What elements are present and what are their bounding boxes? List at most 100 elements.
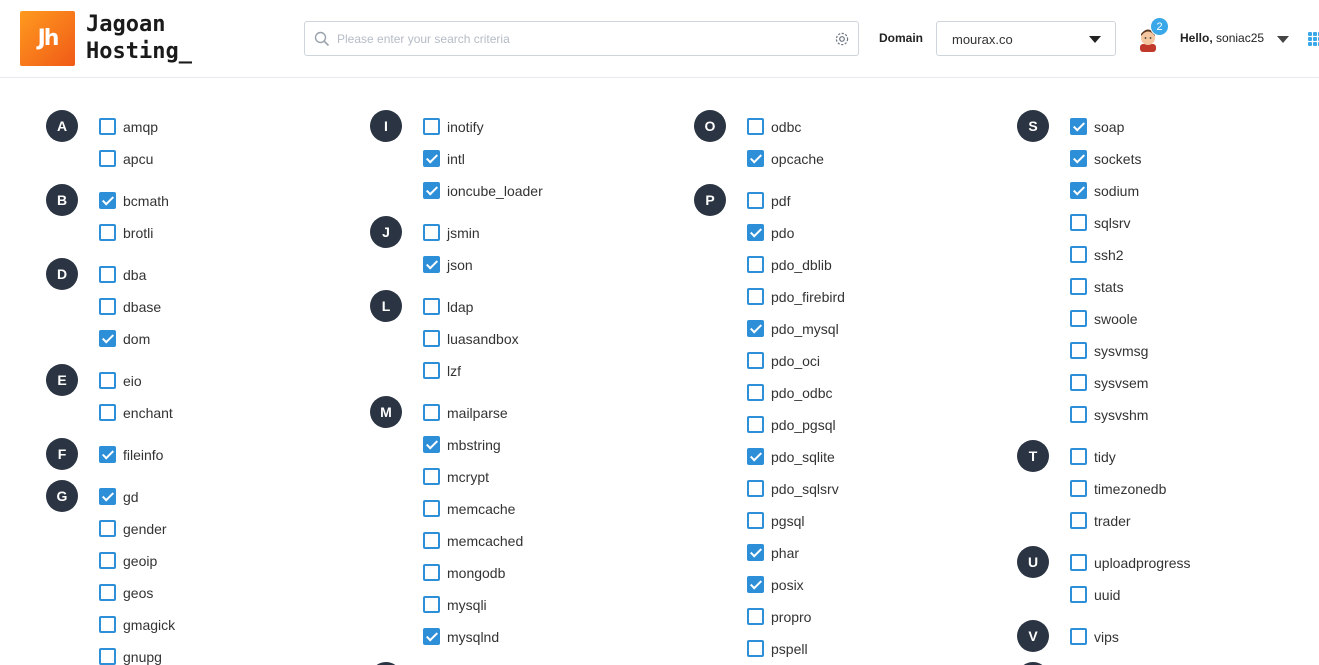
- extension-label: pdo_odbc: [771, 385, 833, 401]
- checkbox-unchecked[interactable]: [423, 404, 440, 421]
- domain-label: Domain: [879, 31, 924, 45]
- extension-label: vips: [1094, 629, 1119, 645]
- checkbox-unchecked[interactable]: [1070, 406, 1087, 423]
- checkbox-checked[interactable]: [1070, 182, 1087, 199]
- checkbox-unchecked[interactable]: [747, 288, 764, 305]
- checkbox-unchecked[interactable]: [747, 512, 764, 529]
- checkbox-unchecked[interactable]: [99, 552, 116, 569]
- checkbox-unchecked[interactable]: [423, 468, 440, 485]
- checkbox-unchecked[interactable]: [1070, 628, 1087, 645]
- extension-label: mcrypt: [447, 469, 489, 485]
- settings-gear-icon[interactable]: [834, 31, 850, 47]
- top-header: Jh Jagoan Hosting_ Domain mourax.co 2 He…: [0, 0, 1319, 78]
- extension-label: memcache: [447, 501, 516, 517]
- checkbox-unchecked[interactable]: [747, 352, 764, 369]
- checkbox-checked[interactable]: [423, 150, 440, 167]
- checkbox-unchecked[interactable]: [1070, 342, 1087, 359]
- brand-logo-icon[interactable]: Jh: [20, 11, 75, 66]
- checkbox-unchecked[interactable]: [1070, 554, 1087, 571]
- checkbox-unchecked[interactable]: [423, 224, 440, 241]
- checkbox-unchecked[interactable]: [99, 520, 116, 537]
- checkbox-unchecked[interactable]: [423, 500, 440, 517]
- notification-badge[interactable]: 2: [1150, 17, 1169, 36]
- checkbox-unchecked[interactable]: [747, 640, 764, 657]
- extension-label: gender: [123, 521, 167, 537]
- checkbox-unchecked[interactable]: [423, 298, 440, 315]
- checkbox-unchecked[interactable]: [99, 150, 116, 167]
- extension-label: odbc: [771, 119, 802, 135]
- checkbox-checked[interactable]: [747, 224, 764, 241]
- checkbox-unchecked[interactable]: [99, 616, 116, 633]
- checkbox-checked[interactable]: [747, 320, 764, 337]
- checkbox-checked[interactable]: [747, 544, 764, 561]
- checkbox-unchecked[interactable]: [99, 298, 116, 315]
- checkbox-unchecked[interactable]: [99, 266, 116, 283]
- checkbox-unchecked[interactable]: [99, 118, 116, 135]
- checkbox-checked[interactable]: [423, 628, 440, 645]
- checkbox-unchecked[interactable]: [747, 192, 764, 209]
- checkbox-unchecked[interactable]: [423, 564, 440, 581]
- checkbox-unchecked[interactable]: [1070, 214, 1087, 231]
- checkbox-unchecked[interactable]: [747, 416, 764, 433]
- extension-label: pdo_mysql: [771, 321, 839, 337]
- checkbox-checked[interactable]: [747, 448, 764, 465]
- checkbox-unchecked[interactable]: [99, 404, 116, 421]
- checkbox-checked[interactable]: [1070, 118, 1087, 135]
- checkbox-unchecked[interactable]: [99, 584, 116, 601]
- extension-label: dom: [123, 331, 151, 347]
- checkbox-checked[interactable]: [99, 192, 116, 209]
- checkbox-checked[interactable]: [423, 182, 440, 199]
- extension-label: intl: [447, 151, 465, 167]
- checkbox-unchecked[interactable]: [1070, 278, 1087, 295]
- checkbox-checked[interactable]: [423, 256, 440, 273]
- extension-label: gd: [123, 489, 139, 505]
- checkbox-unchecked[interactable]: [1070, 246, 1087, 263]
- group-letter-badge: B: [46, 184, 78, 216]
- checkbox-unchecked[interactable]: [1070, 586, 1087, 603]
- extensions-list: Aamqp apcu Bbcmath brotli Ddba dbase dom Eeio en…: [0, 79, 1319, 665]
- extension-label: pdo_sqlite: [771, 449, 835, 465]
- checkbox-checked[interactable]: [1070, 150, 1087, 167]
- username: soniac25: [1216, 31, 1265, 45]
- user-menu-caret-icon[interactable]: [1277, 36, 1289, 43]
- extension-label: enchant: [123, 405, 173, 421]
- checkbox-unchecked[interactable]: [99, 372, 116, 389]
- checkbox-unchecked[interactable]: [423, 330, 440, 347]
- extension-label: pdo_oci: [771, 353, 821, 369]
- checkbox-checked[interactable]: [747, 576, 764, 593]
- checkbox-unchecked[interactable]: [1070, 480, 1087, 497]
- checkbox-unchecked[interactable]: [747, 118, 764, 135]
- extension-label: propro: [771, 609, 812, 625]
- checkbox-unchecked[interactable]: [747, 256, 764, 273]
- checkbox-unchecked[interactable]: [99, 648, 116, 665]
- checkbox-unchecked[interactable]: [747, 480, 764, 497]
- checkbox-unchecked[interactable]: [99, 224, 116, 241]
- search-input[interactable]: [337, 28, 827, 50]
- domain-select[interactable]: mourax.co: [936, 21, 1116, 56]
- checkbox-unchecked[interactable]: [747, 608, 764, 625]
- checkbox-checked[interactable]: [99, 488, 116, 505]
- checkbox-checked[interactable]: [747, 150, 764, 167]
- user-greeting[interactable]: Hello, soniac25: [1180, 31, 1264, 45]
- extension-label: pgsql: [771, 513, 805, 529]
- checkbox-unchecked[interactable]: [423, 118, 440, 135]
- group-letter-badge: U: [1017, 546, 1049, 578]
- extension-label: apcu: [123, 151, 154, 167]
- checkbox-unchecked[interactable]: [1070, 374, 1087, 391]
- checkbox-checked[interactable]: [99, 330, 116, 347]
- extension-label: dba: [123, 267, 147, 283]
- checkbox-unchecked[interactable]: [423, 596, 440, 613]
- checkbox-unchecked[interactable]: [423, 362, 440, 379]
- checkbox-unchecked[interactable]: [423, 532, 440, 549]
- extension-label: ssh2: [1094, 247, 1124, 263]
- checkbox-unchecked[interactable]: [1070, 310, 1087, 327]
- extension-label: brotli: [123, 225, 154, 241]
- checkbox-unchecked[interactable]: [747, 384, 764, 401]
- checkbox-checked[interactable]: [99, 446, 116, 463]
- apps-grid-icon[interactable]: [1308, 32, 1319, 46]
- brand-logo-text[interactable]: Jagoan Hosting_: [86, 11, 192, 65]
- checkbox-unchecked[interactable]: [1070, 448, 1087, 465]
- checkbox-unchecked[interactable]: [1070, 512, 1087, 529]
- extension-label: pdf: [771, 193, 791, 209]
- checkbox-checked[interactable]: [423, 436, 440, 453]
